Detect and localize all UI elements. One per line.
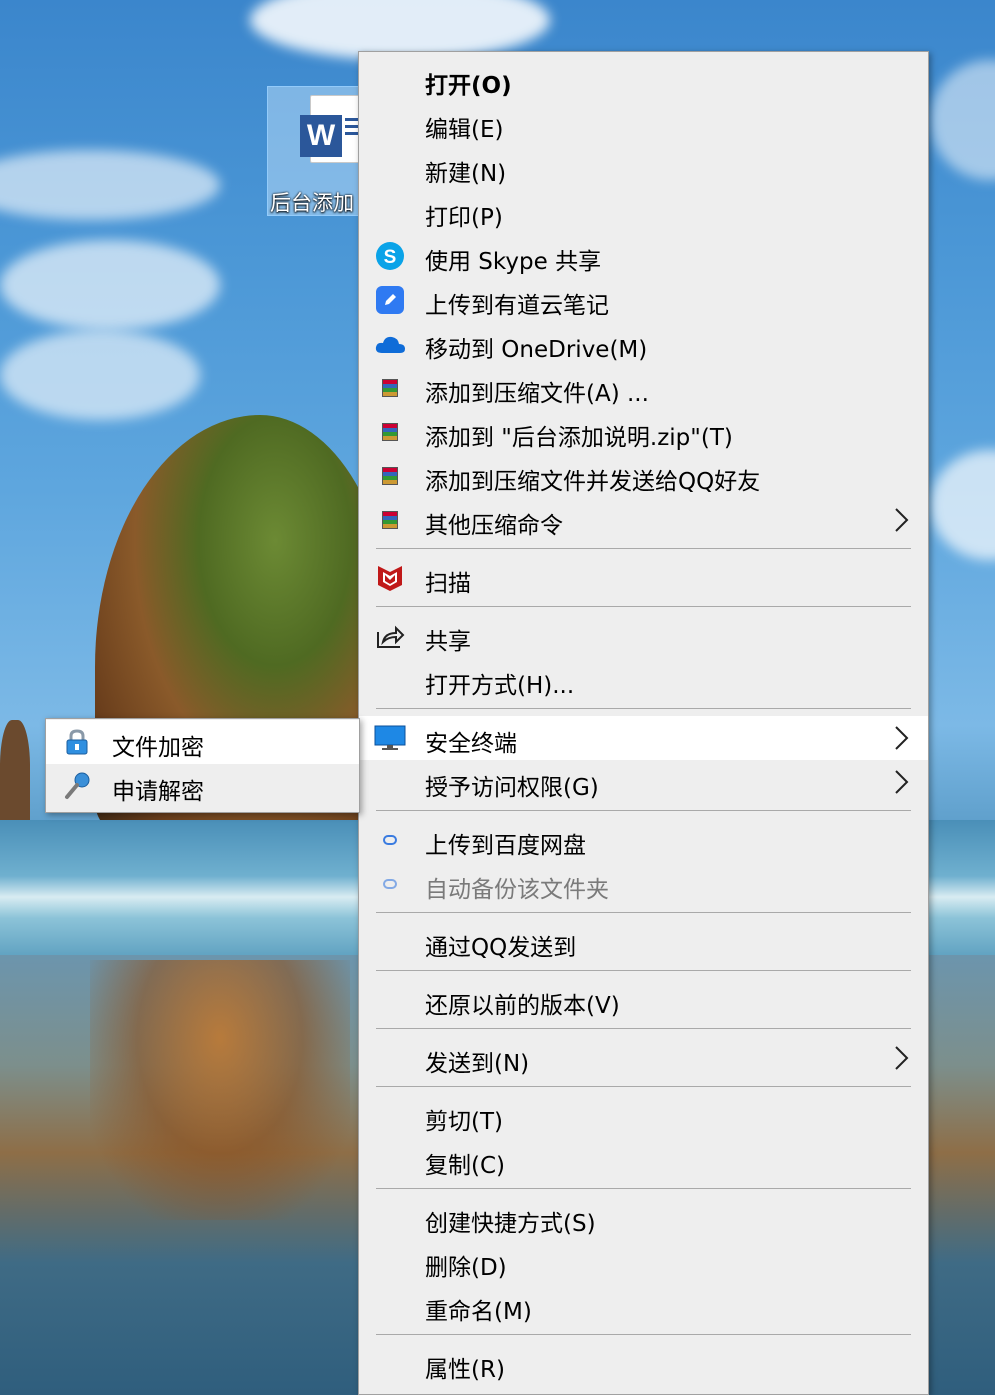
- menu-separator: [376, 810, 911, 811]
- menu-item-label: 移动到 OneDrive(M): [425, 337, 648, 363]
- menu-item-secure-terminal[interactable]: 安全终端: [359, 716, 928, 760]
- submenu-item-label: 申请解密: [112, 779, 204, 805]
- menu-item-rename[interactable]: 重命名(M): [359, 1284, 928, 1328]
- cloud: [930, 60, 995, 180]
- menu-item-label: 编辑(E): [425, 117, 504, 143]
- menu-item-create-shortcut[interactable]: 创建快捷方式(S): [359, 1196, 928, 1240]
- cloud: [0, 150, 220, 220]
- menu-item-label: 发送到(N): [425, 1051, 530, 1077]
- menu-item-label: 新建(N): [425, 161, 507, 187]
- chevron-right-icon: [895, 726, 909, 750]
- menu-item-scan[interactable]: 扫描: [359, 556, 928, 600]
- winrar-icon: [373, 417, 407, 447]
- menu-item-label: 上传到有道云笔记: [425, 293, 609, 319]
- menu-separator: [376, 1188, 911, 1189]
- menu-item-label: 创建快捷方式(S): [425, 1211, 596, 1237]
- menu-item-baidu-upload[interactable]: 上传到百度网盘: [359, 818, 928, 862]
- menu-item-cut[interactable]: 剪切(T): [359, 1094, 928, 1138]
- desktop-file-icon[interactable]: W 后台添加: [267, 86, 367, 216]
- menu-item-grant-access[interactable]: 授予访问权限(G): [359, 760, 928, 804]
- reflection: [90, 960, 350, 1220]
- menu-item-label: 属性(R): [425, 1357, 505, 1383]
- menu-item-label: 添加到压缩文件并发送给QQ好友: [425, 469, 761, 495]
- menu-item-label: 共享: [425, 629, 471, 655]
- menu-item-label: 打印(P): [425, 205, 503, 231]
- menu-item-add-archive-send-qq[interactable]: 添加到压缩文件并发送给QQ好友: [359, 454, 928, 498]
- menu-item-auto-backup: 自动备份该文件夹: [359, 862, 928, 906]
- context-menu: 打开(O) 编辑(E) 新建(N) 打印(P) S 使用 Skype 共享 上传…: [358, 51, 929, 1395]
- menu-item-label: 安全终端: [425, 731, 517, 757]
- menu-item-label: 其他压缩命令: [425, 513, 563, 539]
- svg-text:S: S: [384, 247, 397, 268]
- youdao-note-icon: [373, 285, 407, 315]
- submenu-item-request-decrypt[interactable]: 申请解密: [46, 764, 359, 808]
- baidu-netdisk-icon: [373, 825, 407, 855]
- menu-item-label: 剪切(T): [425, 1109, 503, 1135]
- menu-separator: [376, 606, 911, 607]
- menu-separator: [376, 912, 911, 913]
- menu-separator: [376, 1028, 911, 1029]
- menu-item-skype-share[interactable]: S 使用 Skype 共享: [359, 234, 928, 278]
- menu-item-new[interactable]: 新建(N): [359, 146, 928, 190]
- menu-separator: [376, 548, 911, 549]
- menu-item-onedrive[interactable]: 移动到 OneDrive(M): [359, 322, 928, 366]
- onedrive-icon: [373, 329, 407, 359]
- menu-item-restore-versions[interactable]: 还原以前的版本(V): [359, 978, 928, 1022]
- menu-item-label: 使用 Skype 共享: [425, 249, 602, 275]
- menu-item-label: 授予访问权限(G): [425, 775, 599, 801]
- menu-item-add-archive[interactable]: 添加到压缩文件(A) ...: [359, 366, 928, 410]
- rock-cliff: [0, 720, 30, 835]
- menu-item-send-to[interactable]: 发送到(N): [359, 1036, 928, 1080]
- menu-item-print[interactable]: 打印(P): [359, 190, 928, 234]
- menu-item-label: 打开方式(H)...: [425, 673, 575, 699]
- secure-terminal-submenu: 文件加密 申请解密: [45, 718, 360, 813]
- key-icon: [60, 771, 94, 801]
- monitor-icon: [373, 723, 407, 753]
- menu-item-delete[interactable]: 删除(D): [359, 1240, 928, 1284]
- mcafee-icon: [373, 563, 407, 593]
- menu-separator: [376, 708, 911, 709]
- menu-separator: [376, 970, 911, 971]
- submenu-item-label: 文件加密: [112, 735, 204, 761]
- chevron-right-icon: [895, 770, 909, 794]
- word-icon: W: [300, 115, 342, 157]
- winrar-icon: [373, 373, 407, 403]
- menu-item-label: 删除(D): [425, 1255, 507, 1281]
- menu-separator: [376, 1086, 911, 1087]
- lock-icon: [60, 727, 94, 757]
- chevron-right-icon: [895, 508, 909, 532]
- menu-item-share[interactable]: 共享: [359, 614, 928, 658]
- menu-item-label: 上传到百度网盘: [425, 833, 586, 859]
- menu-item-copy[interactable]: 复制(C): [359, 1138, 928, 1182]
- menu-item-label: 自动备份该文件夹: [425, 877, 609, 903]
- menu-separator: [376, 1334, 911, 1335]
- chevron-right-icon: [895, 1046, 909, 1070]
- menu-item-label: 还原以前的版本(V): [425, 993, 620, 1019]
- menu-item-label: 重命名(M): [425, 1299, 532, 1325]
- menu-item-other-compress[interactable]: 其他压缩命令: [359, 498, 928, 542]
- menu-item-properties[interactable]: 属性(R): [359, 1342, 928, 1386]
- share-icon: [373, 621, 407, 651]
- menu-item-label: 添加到 "后台添加说明.zip"(T): [425, 425, 733, 451]
- desktop-file-label: 后台添加: [270, 191, 354, 215]
- cloud: [0, 240, 220, 330]
- cloud: [930, 450, 995, 560]
- baidu-netdisk-icon: [373, 869, 407, 899]
- menu-item-open[interactable]: 打开(O): [359, 58, 928, 102]
- menu-item-label: 打开(O): [425, 73, 512, 99]
- menu-item-label: 扫描: [425, 571, 471, 597]
- menu-item-edit[interactable]: 编辑(E): [359, 102, 928, 146]
- submenu-item-encrypt-file[interactable]: 文件加密: [46, 720, 359, 764]
- cloud: [0, 330, 200, 420]
- menu-item-label: 复制(C): [425, 1153, 506, 1179]
- menu-item-send-via-qq[interactable]: 通过QQ发送到: [359, 920, 928, 964]
- skype-icon: S: [373, 241, 407, 271]
- winrar-icon: [373, 461, 407, 491]
- menu-item-youdao-upload[interactable]: 上传到有道云笔记: [359, 278, 928, 322]
- menu-item-open-with[interactable]: 打开方式(H)...: [359, 658, 928, 702]
- menu-item-add-zip[interactable]: 添加到 "后台添加说明.zip"(T): [359, 410, 928, 454]
- menu-item-label: 通过QQ发送到: [425, 935, 577, 961]
- winrar-icon: [373, 505, 407, 535]
- menu-item-label: 添加到压缩文件(A) ...: [425, 381, 649, 407]
